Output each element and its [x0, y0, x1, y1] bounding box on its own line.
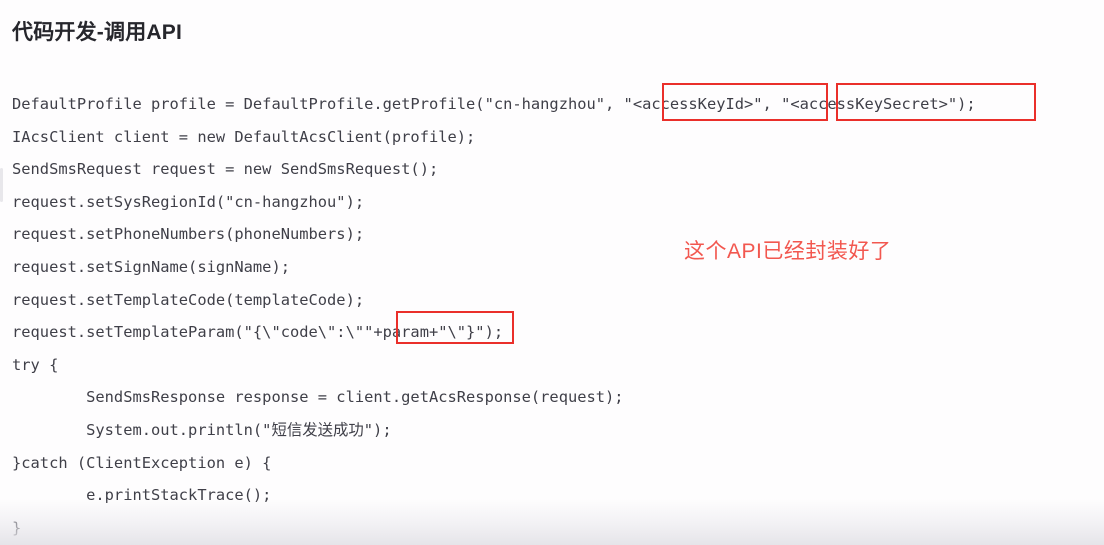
code-line: System.out.println("短信发送成功"); [12, 420, 392, 439]
code-line: }catch (ClientException e) { [12, 453, 272, 472]
code-line: IAcsClient client = new DefaultAcsClient… [12, 127, 476, 146]
code-line: } [12, 518, 22, 537]
code-line: DefaultProfile profile = DefaultProfile.… [12, 95, 976, 113]
code-line: SendSmsResponse response = client.getAcs… [12, 388, 624, 407]
annotation-note: 这个API已经封装好了 [684, 240, 892, 263]
code-line: SendSmsRequest request = new SendSmsRequ… [12, 160, 439, 179]
code-line: e.printStackTrace(); [12, 486, 272, 505]
code-line: request.setPhoneNumbers(phoneNumbers); [12, 225, 365, 244]
code-line: request.setTemplateCode(templateCode); [12, 290, 365, 309]
code-line: try { [12, 355, 59, 374]
page-title: 代码开发-调用API [12, 21, 182, 44]
code-line: request.setSignName(signName); [12, 257, 290, 276]
code-line: request.setTemplateParam("{\"code\":\""+… [12, 323, 504, 342]
slide-canvas: 代码开发-调用API DefaultProfile profile = Defa… [0, 0, 1104, 545]
code-block: DefaultProfile profile = DefaultProfile.… [12, 83, 1092, 544]
edge-artifact [0, 168, 3, 202]
code-line: request.setSysRegionId("cn-hangzhou"); [12, 192, 365, 211]
